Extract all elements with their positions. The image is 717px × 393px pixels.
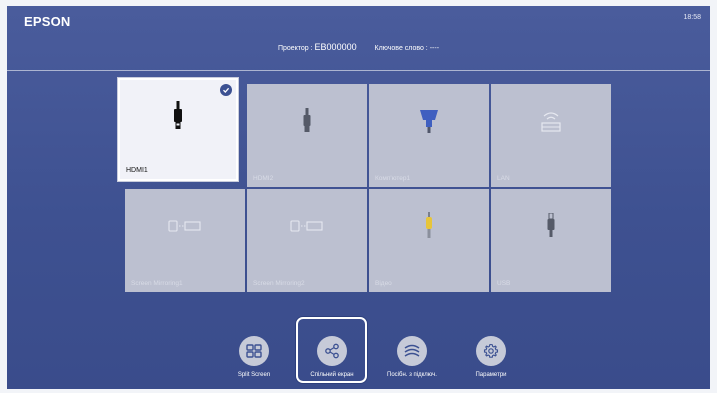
usb-plug-icon [545,213,557,239]
projector-label: Проектор : [277,45,313,52]
keyword-label: Ключове слово : [374,45,428,52]
source-tile-computer1[interactable]: Комп'ютер1 [369,84,489,187]
dock-label: Посібн. з підключ. [387,372,437,378]
hdmi-plug-icon [171,100,185,131]
settings-button[interactable]: Параметри [451,336,531,378]
header-divider [7,70,710,71]
screen-mirroring-icon [168,219,202,233]
dock-label: Split Screen [237,372,271,378]
source-tile-lan[interactable]: LAN [491,84,611,187]
lan-network-icon [538,109,564,133]
source-label: USB [497,280,511,287]
keyword-value: ---- [429,45,440,52]
gear-icon [476,336,506,366]
source-tile-screen-mirroring2[interactable]: Screen Mirroring2 [247,189,367,292]
source-tile-hdmi1[interactable]: HDMI1 [118,78,238,181]
source-label: LAN [497,175,510,182]
split-screen-button[interactable]: Split Screen [214,336,294,378]
clock: 18:58 [683,14,701,21]
split-screen-icon [239,336,269,366]
rca-video-icon [423,212,435,240]
screen-mirroring-icon [290,219,324,233]
selected-check-icon [220,84,232,96]
source-tile-screen-mirroring1[interactable]: Screen Mirroring1 [125,189,245,292]
projector-id: EB000000 [314,42,357,52]
source-tile-usb[interactable]: USB [491,189,611,292]
source-label: HDMI1 [126,167,148,174]
projector-home-screen: EPSON 18:58 Проектор : EB000000 Ключове … [7,6,710,389]
source-tile-video[interactable]: Відео [369,189,489,292]
source-label: Відео [375,280,392,287]
source-label: HDMI2 [253,175,274,182]
source-label: Комп'ютер1 [375,175,411,182]
connection-guide-icon [397,336,427,366]
focus-highlight [296,317,367,383]
hdmi-plug-icon [301,108,313,134]
source-label: Screen Mirroring1 [131,280,183,287]
projector-info-bar: Проектор : EB000000 Ключове слово : ---- [7,42,710,52]
connection-guide-button[interactable]: Посібн. з підключ. [372,336,452,378]
source-label: Screen Mirroring2 [253,280,305,287]
vga-connector-icon [418,108,440,134]
source-tile-hdmi2[interactable]: HDMI2 [247,84,367,187]
dock-label: Параметри [475,372,507,378]
epson-logo: EPSON [24,14,71,29]
